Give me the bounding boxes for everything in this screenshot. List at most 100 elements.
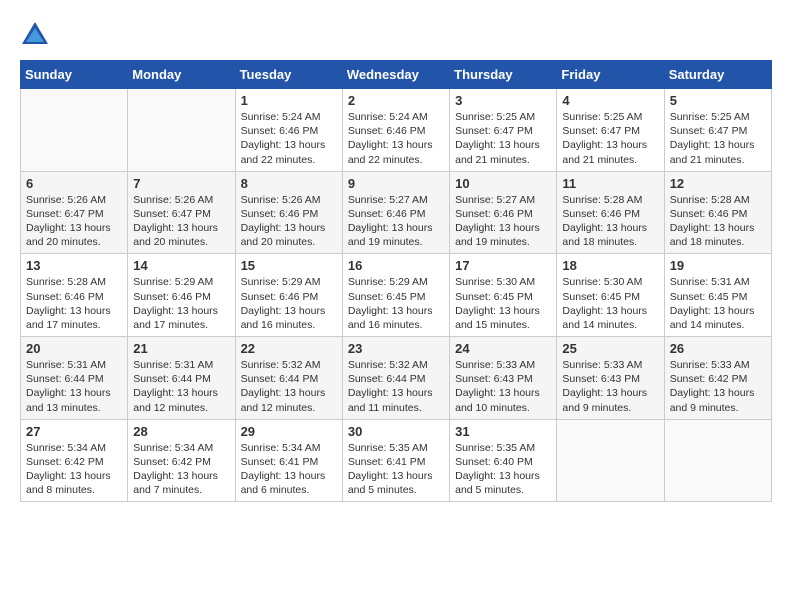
calendar-cell: 31Sunrise: 5:35 AM Sunset: 6:40 PM Dayli… [450, 419, 557, 502]
calendar-table: SundayMondayTuesdayWednesdayThursdayFrid… [20, 60, 772, 502]
day-info: Sunrise: 5:34 AM Sunset: 6:42 PM Dayligh… [133, 441, 229, 498]
day-number: 30 [348, 424, 444, 439]
day-info: Sunrise: 5:29 AM Sunset: 6:46 PM Dayligh… [133, 275, 229, 332]
calendar-cell: 20Sunrise: 5:31 AM Sunset: 6:44 PM Dayli… [21, 337, 128, 420]
day-number: 25 [562, 341, 658, 356]
calendar-cell: 19 Sunrise: 5:31 AM Sunset: 6:45 PM Dayli… [664, 254, 771, 337]
calendar-cell: 11 Sunrise: 5:28 AM Sunset: 6:46 PM Dayli… [557, 171, 664, 254]
calendar-cell: 21 Sunrise: 5:31 AM Sunset: 6:44 PM Dayli… [128, 337, 235, 420]
weekday-sunday: Sunday [21, 61, 128, 89]
calendar-cell [128, 89, 235, 172]
calendar-cell: 4 Sunrise: 5:25 AM Sunset: 6:47 PM Daylig… [557, 89, 664, 172]
calendar-cell: 13 Sunrise: 5:28 AM Sunset: 6:46 PM Dayli… [21, 254, 128, 337]
calendar-cell: 5Sunrise: 5:25 AM Sunset: 6:47 PM Daylig… [664, 89, 771, 172]
day-number: 16 [348, 258, 444, 273]
day-info: Sunrise: 5:33 AM Sunset: 6:43 PM Dayligh… [562, 358, 658, 415]
day-number: 9 [348, 176, 444, 191]
day-info: Sunrise: 5:27 AM Sunset: 6:46 PM Dayligh… [455, 193, 551, 250]
day-number: 22 [241, 341, 337, 356]
day-info: Sunrise: 5:31 AM Sunset: 6:44 PM Dayligh… [133, 358, 229, 415]
day-info: Sunrise: 5:27 AM Sunset: 6:46 PM Dayligh… [348, 193, 444, 250]
day-number: 18 [562, 258, 658, 273]
day-number: 15 [241, 258, 337, 273]
weekday-friday: Friday [557, 61, 664, 89]
day-info: Sunrise: 5:25 AM Sunset: 6:47 PM Dayligh… [455, 110, 551, 167]
calendar-cell: 15 Sunrise: 5:29 AM Sunset: 6:46 PM Dayli… [235, 254, 342, 337]
day-number: 17 [455, 258, 551, 273]
calendar-cell: 30Sunrise: 5:35 AM Sunset: 6:41 PM Dayli… [342, 419, 449, 502]
day-number: 11 [562, 176, 658, 191]
calendar-cell: 7Sunrise: 5:26 AM Sunset: 6:47 PM Daylig… [128, 171, 235, 254]
weekday-tuesday: Tuesday [235, 61, 342, 89]
calendar-cell: 23 Sunrise: 5:32 AM Sunset: 6:44 PM Dayli… [342, 337, 449, 420]
day-number: 13 [26, 258, 122, 273]
day-info: Sunrise: 5:28 AM Sunset: 6:46 PM Dayligh… [26, 275, 122, 332]
week-row-5: 27 Sunrise: 5:34 AM Sunset: 6:42 PM Dayli… [21, 419, 772, 502]
day-info: Sunrise: 5:34 AM Sunset: 6:42 PM Dayligh… [26, 441, 122, 498]
day-info: Sunrise: 5:33 AM Sunset: 6:43 PM Dayligh… [455, 358, 551, 415]
day-info: Sunrise: 5:29 AM Sunset: 6:46 PM Dayligh… [241, 275, 337, 332]
calendar-cell: 18 Sunrise: 5:30 AM Sunset: 6:45 PM Dayli… [557, 254, 664, 337]
weekday-saturday: Saturday [664, 61, 771, 89]
day-number: 23 [348, 341, 444, 356]
day-info: Sunrise: 5:26 AM Sunset: 6:47 PM Dayligh… [26, 193, 122, 250]
day-info: Sunrise: 5:34 AM Sunset: 6:41 PM Dayligh… [241, 441, 337, 498]
page-header [20, 20, 772, 50]
day-info: Sunrise: 5:24 AM Sunset: 6:46 PM Dayligh… [348, 110, 444, 167]
day-number: 5 [670, 93, 766, 108]
day-number: 7 [133, 176, 229, 191]
day-info: Sunrise: 5:28 AM Sunset: 6:46 PM Dayligh… [670, 193, 766, 250]
day-info: Sunrise: 5:25 AM Sunset: 6:47 PM Dayligh… [562, 110, 658, 167]
week-row-1: 1 Sunrise: 5:24 AM Sunset: 6:46 PM Daylig… [21, 89, 772, 172]
day-number: 8 [241, 176, 337, 191]
calendar-cell: 1 Sunrise: 5:24 AM Sunset: 6:46 PM Daylig… [235, 89, 342, 172]
calendar-cell [664, 419, 771, 502]
day-number: 29 [241, 424, 337, 439]
day-number: 14 [133, 258, 229, 273]
calendar-cell: 24 Sunrise: 5:33 AM Sunset: 6:43 PM Dayli… [450, 337, 557, 420]
day-number: 4 [562, 93, 658, 108]
logo-icon [20, 20, 50, 50]
weekday-monday: Monday [128, 61, 235, 89]
day-number: 31 [455, 424, 551, 439]
day-info: Sunrise: 5:29 AM Sunset: 6:45 PM Dayligh… [348, 275, 444, 332]
week-row-2: 6 Sunrise: 5:26 AM Sunset: 6:47 PM Daylig… [21, 171, 772, 254]
day-number: 1 [241, 93, 337, 108]
weekday-thursday: Thursday [450, 61, 557, 89]
day-info: Sunrise: 5:31 AM Sunset: 6:45 PM Dayligh… [670, 275, 766, 332]
calendar-cell: 14 Sunrise: 5:29 AM Sunset: 6:46 PM Dayli… [128, 254, 235, 337]
day-number: 27 [26, 424, 122, 439]
calendar-cell: 26Sunrise: 5:33 AM Sunset: 6:42 PM Dayli… [664, 337, 771, 420]
day-number: 28 [133, 424, 229, 439]
day-number: 21 [133, 341, 229, 356]
weekday-header-row: SundayMondayTuesdayWednesdayThursdayFrid… [21, 61, 772, 89]
day-number: 2 [348, 93, 444, 108]
day-info: Sunrise: 5:30 AM Sunset: 6:45 PM Dayligh… [562, 275, 658, 332]
day-number: 10 [455, 176, 551, 191]
calendar-cell: 9 Sunrise: 5:27 AM Sunset: 6:46 PM Daylig… [342, 171, 449, 254]
calendar-cell: 16 Sunrise: 5:29 AM Sunset: 6:45 PM Dayli… [342, 254, 449, 337]
day-number: 3 [455, 93, 551, 108]
calendar-cell: 6 Sunrise: 5:26 AM Sunset: 6:47 PM Daylig… [21, 171, 128, 254]
calendar-cell [21, 89, 128, 172]
day-info: Sunrise: 5:31 AM Sunset: 6:44 PM Dayligh… [26, 358, 122, 415]
day-number: 19 [670, 258, 766, 273]
week-row-3: 13 Sunrise: 5:28 AM Sunset: 6:46 PM Dayli… [21, 254, 772, 337]
calendar-cell: 28 Sunrise: 5:34 AM Sunset: 6:42 PM Dayli… [128, 419, 235, 502]
day-info: Sunrise: 5:32 AM Sunset: 6:44 PM Dayligh… [241, 358, 337, 415]
day-info: Sunrise: 5:26 AM Sunset: 6:46 PM Dayligh… [241, 193, 337, 250]
calendar-cell: 10 Sunrise: 5:27 AM Sunset: 6:46 PM Dayli… [450, 171, 557, 254]
day-number: 24 [455, 341, 551, 356]
day-number: 12 [670, 176, 766, 191]
calendar-cell: 2 Sunrise: 5:24 AM Sunset: 6:46 PM Daylig… [342, 89, 449, 172]
day-info: Sunrise: 5:32 AM Sunset: 6:44 PM Dayligh… [348, 358, 444, 415]
logo [20, 20, 54, 50]
calendar-cell: 27 Sunrise: 5:34 AM Sunset: 6:42 PM Dayli… [21, 419, 128, 502]
day-number: 6 [26, 176, 122, 191]
day-info: Sunrise: 5:30 AM Sunset: 6:45 PM Dayligh… [455, 275, 551, 332]
calendar-cell: 22 Sunrise: 5:32 AM Sunset: 6:44 PM Dayli… [235, 337, 342, 420]
day-info: Sunrise: 5:33 AM Sunset: 6:42 PM Dayligh… [670, 358, 766, 415]
day-info: Sunrise: 5:28 AM Sunset: 6:46 PM Dayligh… [562, 193, 658, 250]
calendar-cell: 17 Sunrise: 5:30 AM Sunset: 6:45 PM Dayli… [450, 254, 557, 337]
day-info: Sunrise: 5:24 AM Sunset: 6:46 PM Dayligh… [241, 110, 337, 167]
